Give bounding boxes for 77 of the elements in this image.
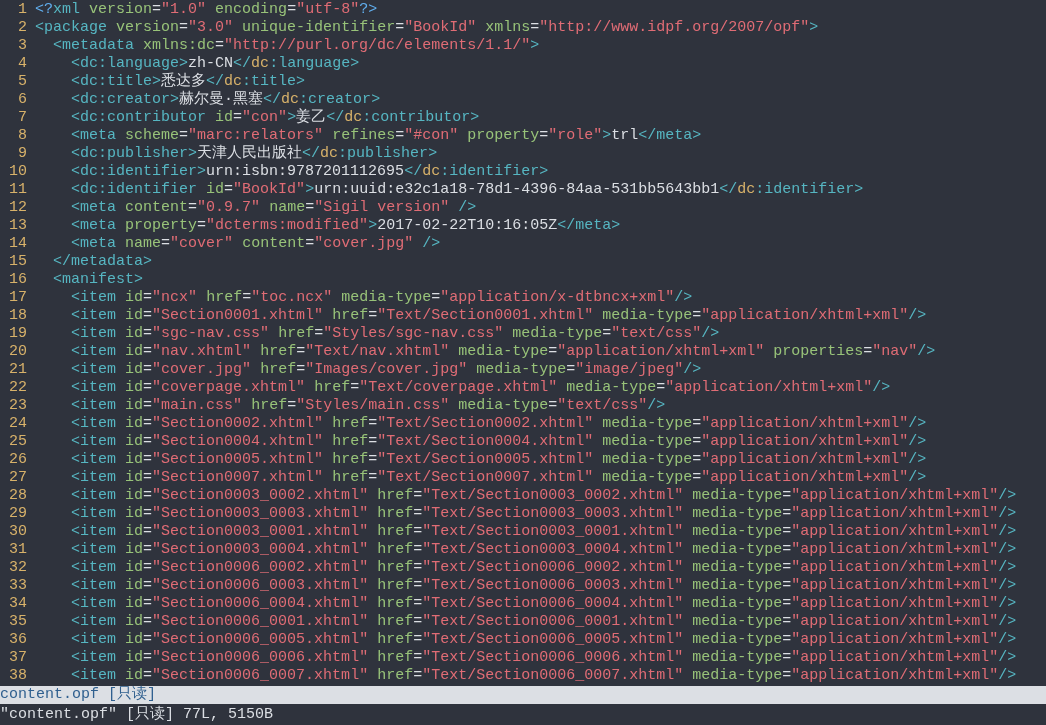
code-line: <item id="Section0005.xhtml" href="Text/Section0005.xhtml" media-type="application/xhtml+xml"/> — [70, 451, 927, 469]
code-line: <meta property="dcterms:modified">2017-02-22T10:16:05Z</meta> — [70, 217, 621, 235]
code-line: <item id="Section0007.xhtml" href="Text/Section0007.xhtml" media-type="application/xhtml+xml"/> — [70, 469, 927, 487]
code-line: <item id="sgc-nav.css" href="Styles/sgc-nav.css" media-type="text/css"/> — [70, 325, 720, 343]
line-number: 27 — [8, 469, 27, 487]
line-number: 25 — [8, 433, 27, 451]
line-number: 34 — [8, 595, 27, 613]
code-line: <dc:language>zh-CN</dc:language> — [70, 55, 360, 72]
line-number: 13 — [8, 217, 27, 235]
code-line: <item id="Section0003_0003.xhtml" href="Text/Section0003_0003.xhtml" media-type="application/xhtml+xml"/> — [70, 505, 1017, 523]
line-number: 15 — [8, 253, 27, 271]
code-line: <dc:title>悉达多</dc:title> — [70, 73, 306, 90]
code-line: <manifest> — [52, 271, 144, 289]
line-number: 20 — [8, 343, 27, 361]
line-number: 26 — [8, 451, 27, 469]
line-number: 17 — [8, 289, 27, 307]
line-number: 30 — [8, 523, 27, 541]
code-line: <meta content="0.9.7" name="Sigil version" /> — [70, 199, 477, 217]
code-line: <meta name="cover" content="cover.jpg" /> — [70, 235, 441, 253]
line-number: 8 — [17, 127, 27, 145]
line-number: 11 — [8, 181, 27, 199]
code-line: <item id="ncx" href="toc.ncx" media-type="application/x-dtbncx+xml"/> — [70, 289, 693, 307]
code-line: <item id="Section0004.xhtml" href="Text/Section0004.xhtml" media-type="application/xhtml+xml"/> — [70, 433, 927, 451]
code-line: <item id="Section0006_0006.xhtml" href="Text/Section0006_0006.xhtml" media-type="application/xhtml+xml"/> — [70, 649, 1017, 667]
line-number: 4 — [17, 55, 27, 73]
line-number: 23 — [8, 397, 27, 415]
code-line: <item id="Section0003_0004.xhtml" href="Text/Section0003_0004.xhtml" media-type="application/xhtml+xml"/> — [70, 541, 1017, 559]
line-number: 38 — [8, 667, 27, 685]
line-number: 36 — [8, 631, 27, 649]
code-line: <dc:creator>赫尔曼·黑塞</dc:creator> — [70, 91, 381, 108]
line-number: 12 — [8, 199, 27, 217]
code-line: <item id="Section0003_0001.xhtml" href="Text/Section0003_0001.xhtml" media-type="application/xhtml+xml"/> — [70, 523, 1017, 541]
code-line: <dc:identifier id="BookId">urn:uuid:e32c1a18-78d1-4396-84aa-531bb5643bb1</dc:identifier> — [70, 181, 864, 199]
line-number: 14 — [8, 235, 27, 253]
line-number: 2 — [17, 19, 27, 37]
line-number: 31 — [8, 541, 27, 559]
code-line: <item id="cover.jpg" href="Images/cover.jpg" media-type="image/jpeg"/> — [70, 361, 702, 379]
code-line: <item id="Section0006_0007.xhtml" href="Text/Section0006_0007.xhtml" media-type="application/xhtml+xml"/> — [70, 667, 1017, 685]
line-number: 10 — [8, 163, 27, 181]
line-number: 16 — [8, 271, 27, 289]
code-line: <item id="Section0006_0004.xhtml" href="Text/Section0006_0004.xhtml" media-type="application/xhtml+xml"/> — [70, 595, 1017, 613]
code-line: <item id="Section0006_0003.xhtml" href="Text/Section0006_0003.xhtml" media-type="application/xhtml+xml"/> — [70, 577, 1017, 595]
line-number: 7 — [17, 109, 27, 127]
code-line: <item id="coverpage.xhtml" href="Text/coverpage.xhtml" media-type="application/xhtml+xml"/> — [70, 379, 891, 397]
line-number: 19 — [8, 325, 27, 343]
code-line: <item id="Section0006_0005.xhtml" href="Text/Section0006_0005.xhtml" media-type="application/xhtml+xml"/> — [70, 631, 1017, 649]
line-number: 29 — [8, 505, 27, 523]
line-number: 32 — [8, 559, 27, 577]
code-line: </metadata> — [52, 253, 153, 271]
line-number: 22 — [8, 379, 27, 397]
command-line-message: "content.opf" [只读] 77L, 5150B — [0, 706, 274, 723]
code-line: <metadata xmlns:dc="http://purl.org/dc/elements/1.1/"> — [52, 37, 540, 55]
code-line: <item id="Section0001.xhtml" href="Text/Section0001.xhtml" media-type="application/xhtml+xml"/> — [70, 307, 927, 325]
line-number: 18 — [8, 307, 27, 325]
code-line: <?xml version="1.0" encoding="utf-8"?> — [35, 1, 378, 19]
line-number: 35 — [8, 613, 27, 631]
code-line: <item id="Section0006_0001.xhtml" href="Text/Section0006_0001.xhtml" media-type="application/xhtml+xml"/> — [70, 613, 1017, 631]
line-number: 5 — [17, 73, 27, 91]
line-number: 28 — [8, 487, 27, 505]
code-line: <package version="3.0" unique-identifier="BookId" xmlns="http://www.idpf.org/2007/opf"> — [35, 19, 819, 37]
code-line: <dc:identifier>urn:isbn:9787201112695</dc:identifier> — [70, 163, 549, 181]
line-number: 3 — [17, 37, 27, 55]
line-number: 24 — [8, 415, 27, 433]
code-line: <item id="nav.xhtml" href="Text/nav.xhtml" media-type="application/xhtml+xml" properties="nav"/> — [70, 343, 936, 361]
code-line: <item id="Section0002.xhtml" href="Text/Section0002.xhtml" media-type="application/xhtml+xml"/> — [70, 415, 927, 433]
line-number: 33 — [8, 577, 27, 595]
code-line: <dc:publisher>天津人民出版社</dc:publisher> — [70, 145, 438, 163]
code-line: <item id="main.css" href="Styles/main.css" media-type="text/css"/> — [70, 397, 666, 415]
line-number: 6 — [17, 91, 27, 109]
line-number: 37 — [8, 649, 27, 667]
line-number: 21 — [8, 361, 27, 379]
line-number: 1 — [17, 1, 27, 19]
code-line: <item id="Section0006_0002.xhtml" href="Text/Section0006_0002.xhtml" media-type="application/xhtml+xml"/> — [70, 559, 1017, 577]
code-line: <item id="Section0003_0002.xhtml" href="Text/Section0003_0002.xhtml" media-type="application/xhtml+xml"/> — [70, 487, 1017, 505]
line-number: 9 — [17, 145, 27, 163]
code-line: <meta scheme="marc:relators" refines="#con" property="role">trl</meta> — [70, 127, 702, 144]
code-line: <dc:contributor id="con">姜乙</dc:contributor> — [70, 109, 480, 127]
